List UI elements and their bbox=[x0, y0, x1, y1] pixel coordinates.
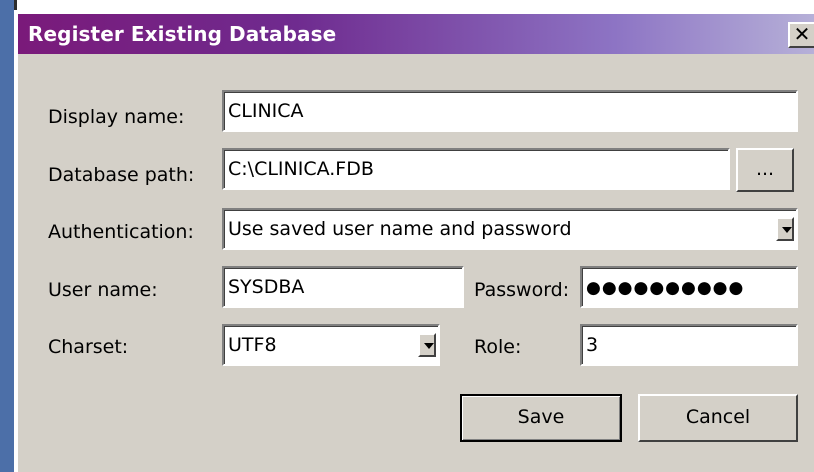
authentication-select[interactable]: Use saved user name and password bbox=[222, 208, 798, 250]
charset-value: UTF8 bbox=[228, 334, 277, 356]
browse-button-label: ... bbox=[755, 158, 775, 180]
chevron-down-icon bbox=[782, 227, 792, 233]
background-window-top bbox=[14, 0, 814, 10]
register-database-dialog: Register Existing Database ✕ Display nam… bbox=[16, 12, 814, 472]
user-name-input[interactable]: SYSDBA bbox=[222, 266, 464, 308]
charset-dropdown-button[interactable] bbox=[418, 333, 436, 357]
role-value: 3 bbox=[586, 334, 599, 356]
save-button[interactable]: Save bbox=[460, 394, 622, 442]
user-name-label: User name: bbox=[48, 279, 158, 301]
browse-button[interactable]: ... bbox=[736, 148, 794, 192]
database-path-label: Database path: bbox=[48, 164, 195, 186]
authentication-value: Use saved user name and password bbox=[228, 218, 572, 240]
role-input[interactable]: 3 bbox=[580, 324, 798, 366]
password-mask: ●●●●●●●●●● bbox=[586, 278, 745, 298]
background-window-edge bbox=[0, 0, 14, 472]
password-label: Password: bbox=[474, 279, 570, 301]
display-name-label: Display name: bbox=[48, 106, 185, 128]
display-name-input[interactable]: CLINICA bbox=[222, 90, 798, 132]
authentication-dropdown-button[interactable] bbox=[776, 217, 794, 241]
authentication-label: Authentication: bbox=[48, 221, 194, 243]
dialog-title: Register Existing Database bbox=[28, 22, 337, 46]
display-name-value: CLINICA bbox=[228, 100, 304, 122]
save-button-label: Save bbox=[517, 406, 565, 428]
charset-select[interactable]: UTF8 bbox=[222, 324, 440, 366]
password-input[interactable]: ●●●●●●●●●● bbox=[580, 266, 798, 308]
background-window-tick bbox=[14, 0, 17, 10]
cancel-button[interactable]: Cancel bbox=[638, 394, 798, 442]
dialog-titlebar[interactable]: Register Existing Database ✕ bbox=[18, 14, 814, 54]
close-button[interactable]: ✕ bbox=[788, 22, 814, 48]
cancel-button-label: Cancel bbox=[685, 406, 751, 428]
close-icon: ✕ bbox=[793, 22, 811, 46]
database-path-input[interactable]: C:\CLINICA.FDB bbox=[222, 148, 730, 190]
user-name-value: SYSDBA bbox=[228, 276, 305, 298]
chevron-down-icon bbox=[424, 343, 434, 349]
charset-label: Charset: bbox=[48, 336, 129, 358]
database-path-value: C:\CLINICA.FDB bbox=[228, 158, 374, 180]
role-label: Role: bbox=[474, 336, 522, 358]
